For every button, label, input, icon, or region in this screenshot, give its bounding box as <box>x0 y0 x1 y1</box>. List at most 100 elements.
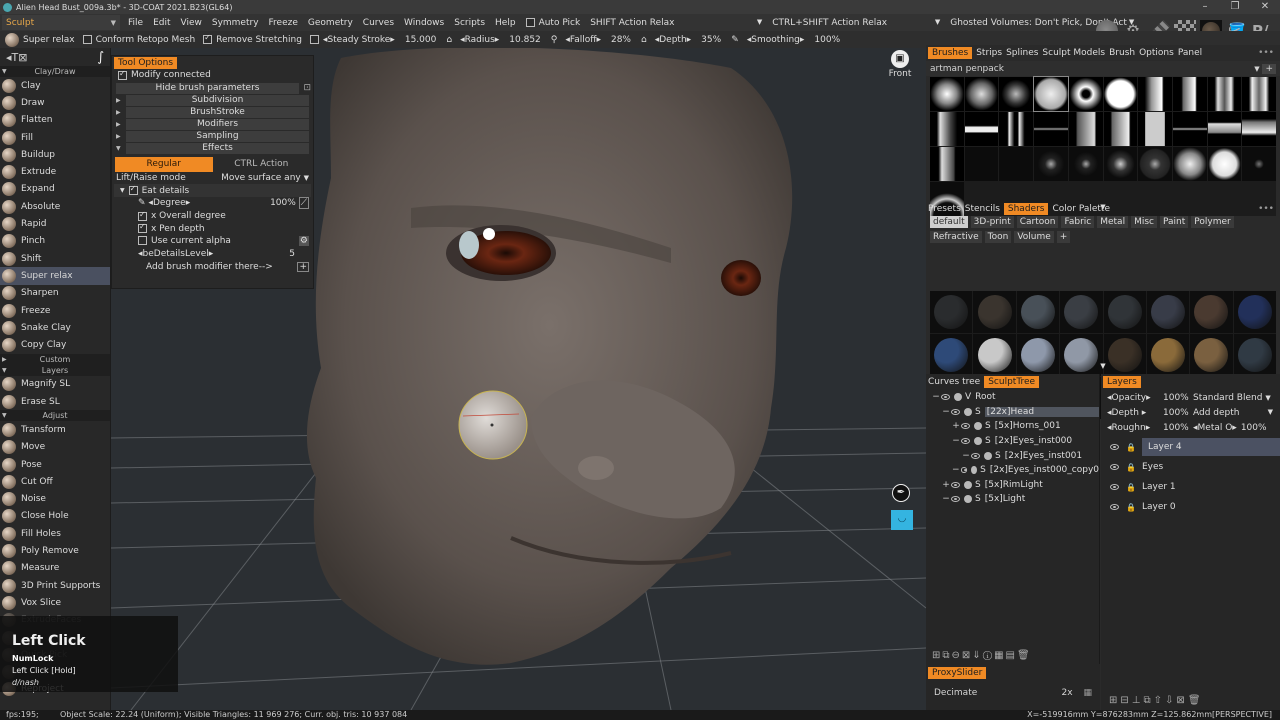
visibility-eye-icon[interactable] <box>941 394 950 401</box>
brush-alpha-thumbnail[interactable] <box>1103 77 1138 111</box>
tab-layers[interactable]: Layers <box>1103 376 1141 388</box>
steady-stroke-value[interactable]: 15.000 <box>405 35 437 45</box>
close-button[interactable]: ✕ <box>1250 0 1280 14</box>
tool-rapid[interactable]: Rapid <box>0 215 110 232</box>
add-layer-icon[interactable]: ⊞ <box>1109 695 1120 706</box>
more-icon[interactable]: ••• <box>1258 48 1274 58</box>
collapse-icon[interactable]: − <box>932 392 940 402</box>
ghost-toggle-icon[interactable] <box>974 437 982 446</box>
add-icon[interactable]: + <box>297 261 309 272</box>
menu-freeze[interactable]: Freeze <box>269 18 298 28</box>
remove-stretching-toggle[interactable]: Remove Stretching <box>203 33 302 45</box>
tool-draw[interactable]: Draw <box>0 94 110 111</box>
visibility-eye-icon[interactable] <box>951 481 960 488</box>
menu-help[interactable]: Help <box>495 18 516 28</box>
depth-mode-dropdown[interactable]: Add depth ▼ <box>1193 408 1273 418</box>
visibility-eye-icon[interactable] <box>961 438 970 445</box>
view-camera-widget[interactable]: ▣ Front <box>880 50 920 79</box>
file-icon[interactable]: ▤ <box>1006 650 1017 661</box>
ghost-toggle-icon[interactable] <box>964 495 972 504</box>
minimize-button[interactable]: – <box>1190 0 1220 14</box>
decimate-options-icon[interactable]: ▦ <box>1083 688 1092 698</box>
tool-options-tab[interactable]: Tool Options <box>114 57 178 69</box>
brush-alpha-thumbnail[interactable] <box>1172 112 1207 146</box>
brush-alpha-thumbnail[interactable] <box>930 147 964 181</box>
smile-cube-icon[interactable]: ◡ <box>891 510 913 530</box>
section-custom[interactable]: ▶ Custom <box>0 353 110 365</box>
brush-alpha-thumbnail[interactable] <box>1242 112 1276 146</box>
shader-swatch[interactable] <box>1103 291 1146 333</box>
pin-icon[interactable]: ⊡ <box>303 83 311 94</box>
opacity-slider[interactable]: ◂Opacity▸ <box>1107 393 1159 403</box>
tool-expand[interactable]: Expand <box>0 181 110 198</box>
brush-alpha-thumbnail[interactable] <box>1138 77 1172 111</box>
pen-depth-checkbox[interactable] <box>138 222 147 234</box>
visibility-eye-icon[interactable] <box>1110 464 1119 470</box>
shift-action-dropdown[interactable]: SHIFT Action Relax ▼ <box>590 18 762 28</box>
tool-sharpen[interactable]: Sharpen <box>0 285 110 302</box>
falloff-value[interactable]: 28% <box>611 35 631 45</box>
restore-button[interactable]: ❐ <box>1220 0 1250 14</box>
depth-slider[interactable]: ◂Depth▸ <box>655 35 691 45</box>
brush-alpha-thumbnail[interactable] <box>1103 147 1138 181</box>
layer-row[interactable]: 🔒 Layer 1 <box>1101 477 1280 497</box>
brush-alpha-thumbnail[interactable] <box>1242 77 1276 111</box>
tool-freeze[interactable]: Freeze <box>0 302 110 319</box>
auto-pick-checkbox[interactable] <box>525 17 535 27</box>
trash-icon[interactable]: 🗑 <box>1188 695 1204 706</box>
brush-alpha-thumbnail[interactable] <box>1207 112 1242 146</box>
shader-category-add[interactable]: + <box>1056 231 1071 243</box>
ghost-toggle-icon[interactable] <box>964 407 972 416</box>
tab-curves-tree[interactable]: Curves tree <box>928 377 980 387</box>
brush-alpha-thumbnail[interactable] <box>930 77 964 111</box>
tool-cut-off[interactable]: Cut Off <box>0 473 110 490</box>
radius-value[interactable]: 10.852 <box>509 35 541 45</box>
alpha-settings-icon[interactable]: ⚙ <box>298 236 309 247</box>
tool-erase-sl[interactable]: Erase SL <box>0 393 110 410</box>
tool-close-hole[interactable]: Close Hole <box>0 508 110 525</box>
lift-raise-dropdown[interactable]: Move surface any ▼ <box>221 173 309 183</box>
tab-proxyslider[interactable]: ProxySlider <box>928 667 987 679</box>
overall-degree-row[interactable]: x Overall degree <box>112 210 313 223</box>
visibility-eye-icon[interactable] <box>951 408 960 415</box>
section-layers[interactable]: ▼ Layers <box>0 364 110 376</box>
more-icon[interactable]: ••• <box>1258 204 1274 214</box>
tool-fill-holes[interactable]: Fill Holes <box>0 525 110 542</box>
tool-super-relax[interactable]: Super relax <box>0 267 110 285</box>
room-selector[interactable]: Sculpt ▼ <box>2 15 120 30</box>
tree-node[interactable]: − S [2x]Eyes_inst000 <box>926 434 1099 449</box>
layer-row[interactable]: 🔒 Layer 0 <box>1101 497 1280 517</box>
sculpt-head-model[interactable] <box>307 48 793 665</box>
shader-category-metal[interactable]: Metal <box>1097 216 1129 228</box>
add-volume-icon[interactable]: ⊞ <box>932 650 942 661</box>
decimate-value[interactable]: 2x <box>1062 688 1073 698</box>
tab-shaders[interactable]: Shaders <box>1003 203 1049 215</box>
chevron-down-icon[interactable]: ▼ <box>1254 65 1259 73</box>
brush-alpha-thumbnail[interactable] <box>1172 147 1207 181</box>
steady-stroke-toggle[interactable]: ◂Steady Stroke▸ <box>309 34 395 45</box>
shader-category-volume[interactable]: Volume <box>1014 231 1054 243</box>
details-level-slider[interactable]: ◂beDetailsLevel▸ <box>138 249 213 259</box>
tool-flatten[interactable]: Flatten <box>0 112 110 129</box>
conform-retopo-toggle[interactable]: Conform Retopo Mesh <box>82 34 195 45</box>
brush-alpha-thumbnail[interactable] <box>964 112 999 146</box>
ctrl-shift-action-dropdown[interactable]: CTRL+SHIFT Action Relax ▼ <box>772 18 940 28</box>
shader-swatch[interactable] <box>973 291 1016 333</box>
menu-windows[interactable]: Windows <box>404 18 444 28</box>
curve-brush-icon[interactable]: ∫ <box>97 50 104 65</box>
conform-retopo-checkbox[interactable] <box>82 34 92 44</box>
tool-measure[interactable]: Measure <box>0 560 110 577</box>
degree-row[interactable]: ✎ ◂Degree▸ 100% ⟋ <box>112 197 313 210</box>
group-brushstroke[interactable]: ▶ BrushStroke <box>116 106 309 118</box>
falloff-curve-icon[interactable]: ⚲ <box>551 35 558 45</box>
brush-alpha-thumbnail[interactable] <box>1068 112 1103 146</box>
visibility-eye-icon[interactable] <box>1110 504 1119 510</box>
expand-icon[interactable]: + <box>942 480 950 490</box>
shader-swatch[interactable] <box>1233 291 1276 333</box>
eat-details-row[interactable]: ▼ Eat details <box>114 184 311 198</box>
auto-pick-toggle[interactable]: Auto Pick <box>525 17 580 28</box>
tab-color-palette[interactable]: Color Palette <box>1052 204 1110 214</box>
tab-strips[interactable]: Strips <box>976 48 1002 58</box>
tab-sculpttree[interactable]: SculptTree <box>984 376 1040 388</box>
tab-brushes[interactable]: Brushes <box>928 47 973 59</box>
